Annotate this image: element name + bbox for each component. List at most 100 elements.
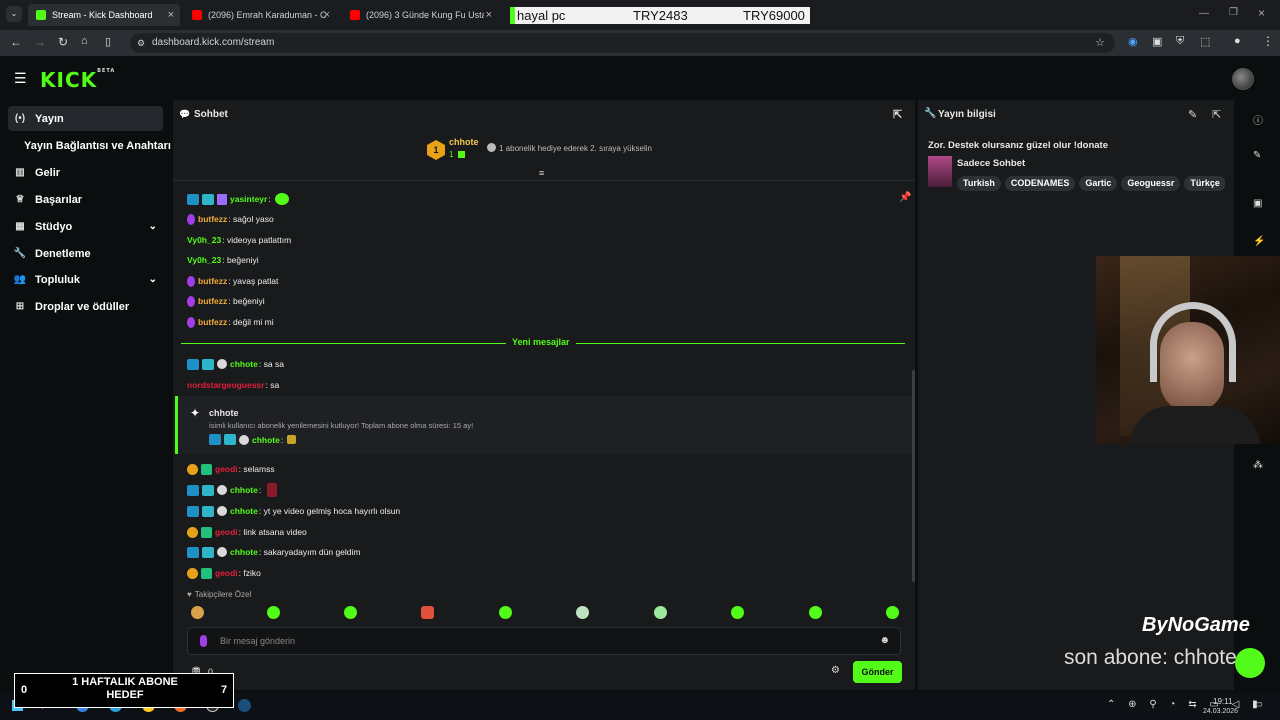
chat-text: sağol yaso [233, 214, 274, 224]
chat-username[interactable]: chhote [230, 359, 258, 369]
minimize-icon[interactable]: — [1199, 8, 1209, 19]
collapse-pinned-icon[interactable]: ≡ [539, 168, 544, 178]
chat-username[interactable]: butfezz [198, 317, 227, 327]
close-window-icon[interactable]: × [1258, 6, 1265, 20]
integrations-icon[interactable]: ⁂ [1253, 460, 1263, 471]
emote-icon[interactable] [191, 606, 204, 619]
chat-username[interactable]: chhote [230, 485, 258, 495]
chat-username[interactable]: yasinteyr [230, 194, 267, 204]
tag-chip[interactable]: Turkish [957, 176, 1001, 191]
popout-icon[interactable]: ⇱ [1212, 108, 1221, 121]
chat-username[interactable]: geodi [215, 464, 238, 474]
sidebar-item-droplar[interactable]: ⊞ Droplar ve ödüller [8, 294, 163, 319]
capture-icon[interactable]: ▣ [1253, 198, 1262, 209]
sidebar-item-denetleme[interactable]: 🔧 Denetleme [8, 241, 163, 266]
emote-icon[interactable] [344, 606, 357, 619]
lightning-icon[interactable]: ⚡ [1253, 236, 1265, 247]
sidebar-item-gelir[interactable]: ▥ Gelir [8, 160, 163, 185]
menu-kebab-icon[interactable]: ⋮ [1262, 34, 1274, 48]
logo-beta: BETA [97, 68, 116, 74]
sidebar-item-yayin[interactable]: (•) Yayın [8, 106, 163, 131]
category-name[interactable]: Sadece Sohbet [957, 158, 1025, 169]
chat-scrollbar[interactable] [912, 370, 915, 582]
notification-icon[interactable]: ▭ [1253, 699, 1262, 710]
chat-username[interactable]: geodi [215, 568, 238, 578]
chat-username[interactable]: butfezz [198, 214, 227, 224]
shield-icon[interactable]: ⛨ [1176, 35, 1184, 48]
close-tab-icon[interactable]: × [168, 9, 174, 21]
chat-username[interactable]: chhote [230, 506, 258, 516]
chat-sep: : [228, 317, 231, 327]
emote-icon[interactable] [731, 606, 744, 619]
emote-icon[interactable] [576, 606, 589, 619]
edit-pencil-icon[interactable]: ✎ [1188, 108, 1197, 121]
close-tab-icon[interactable]: × [324, 9, 330, 21]
microphone-icon[interactable] [200, 635, 207, 647]
hamburger-menu-icon[interactable]: ☰ [14, 70, 27, 87]
webcam-overlay [1096, 256, 1280, 444]
emote-icon[interactable] [886, 606, 899, 619]
chat-username[interactable]: Vy0h_23 [187, 255, 221, 265]
extension-audio-icon[interactable]: ◉ [1128, 35, 1138, 48]
chat-message-input[interactable]: Bir mesaj gönderin ☻ [187, 627, 901, 655]
extensions-puzzle-icon[interactable]: ⬚ [1200, 35, 1210, 48]
reload-icon[interactable]: ↻ [58, 35, 68, 49]
send-button[interactable]: Gönder [853, 661, 902, 683]
chat-username[interactable]: nordstargeoguessr [187, 380, 264, 390]
stream-info-title: Yayın bilgisi [938, 109, 996, 120]
tray-icons[interactable]: ⌃ ⊕ ⚲ ◔ ⇆ ▭ ◁ ▮ [1107, 699, 1263, 710]
sidebar-item-topluluk[interactable]: 👥 Topluluk ⌄ [8, 267, 163, 292]
pin-icon[interactable]: 📌 [899, 192, 911, 203]
chat-username[interactable]: butfezz [198, 296, 227, 306]
emote-icon[interactable] [267, 606, 280, 619]
extension-icon-1[interactable]: ▣ [1152, 35, 1162, 48]
forward-icon[interactable]: → [34, 35, 46, 49]
emote-icon[interactable] [421, 606, 434, 619]
restore-icon[interactable]: ❐ [1229, 7, 1238, 18]
user-avatar[interactable] [1232, 68, 1254, 90]
bynogame-logo: ByNoGame [1142, 614, 1250, 636]
home-icon[interactable]: ⌂ [81, 35, 88, 47]
tab-kick-dashboard[interactable]: Stream - Kick Dashboard × [28, 4, 180, 26]
chat-settings-icon[interactable]: ⚙ [831, 665, 840, 676]
tab-youtube-1[interactable]: (2096) Emrah Karaduman - Cev × [184, 4, 336, 26]
sub-username[interactable]: chhote [209, 408, 239, 418]
tag-chip[interactable]: Geoguessr [1121, 176, 1181, 191]
clock-time[interactable]: 19:11 [1213, 697, 1232, 706]
edit-pencil-icon[interactable]: ✎ [1253, 150, 1261, 161]
gift-info-icon [487, 143, 496, 152]
emote-icon [287, 435, 297, 444]
chat-sep: : [238, 527, 242, 537]
bookmark-star-icon[interactable]: ☆ [1095, 33, 1105, 53]
taskbar-steam-icon[interactable] [238, 699, 251, 712]
kick-logo[interactable]: KICKBETA [40, 68, 115, 92]
gift-small-icon [458, 151, 465, 158]
sidebar-item-stream-key[interactable]: Yayın Bağlantısı ve Anahtarı [8, 133, 171, 158]
tag-chip[interactable]: CODENAMES [1004, 176, 1076, 191]
emoji-picker-icon[interactable]: ☻ [879, 635, 890, 646]
chat-username[interactable]: butfezz [198, 276, 227, 286]
tag-chip[interactable]: Türkçe [1184, 176, 1225, 191]
chat-username[interactable]: chhote [252, 435, 280, 445]
emote-icon[interactable] [654, 606, 667, 619]
popout-icon[interactable]: ⇱ [893, 108, 902, 121]
url-field[interactable]: ⚙ dashboard.kick.com/stream ☆ [130, 33, 1115, 53]
tab-youtube-2[interactable]: (2096) 3 Günde Kung Fu Ustası × [342, 4, 498, 26]
sidebar-toggle-icon[interactable]: ▯ [105, 35, 111, 48]
emote-icon[interactable] [499, 606, 512, 619]
sidebar-item-studyo[interactable]: ▦ Stüdyo ⌄ [8, 214, 163, 239]
back-icon[interactable]: ← [10, 35, 22, 49]
close-tab-icon[interactable]: × [486, 9, 492, 21]
tag-chip[interactable]: Gartic [1079, 176, 1118, 191]
site-info-icon[interactable]: ⚙ [137, 33, 145, 53]
clock-date[interactable]: 24.03.2026 [1203, 708, 1238, 715]
sidebar-item-basarilar[interactable]: ♕ Başarılar [8, 187, 163, 212]
profile-icon[interactable]: ● [1234, 35, 1241, 47]
stream-title: Zor. Destek olursanız güzel olur !donate [928, 140, 1108, 151]
chat-username[interactable]: Vy0h_23 [187, 235, 221, 245]
chat-username[interactable]: chhote [230, 547, 258, 557]
tab-list-button[interactable]: ⌄ [6, 6, 22, 22]
chat-username[interactable]: geodi [215, 527, 238, 537]
info-icon[interactable]: ⓘ [1253, 112, 1263, 127]
emote-icon[interactable] [809, 606, 822, 619]
